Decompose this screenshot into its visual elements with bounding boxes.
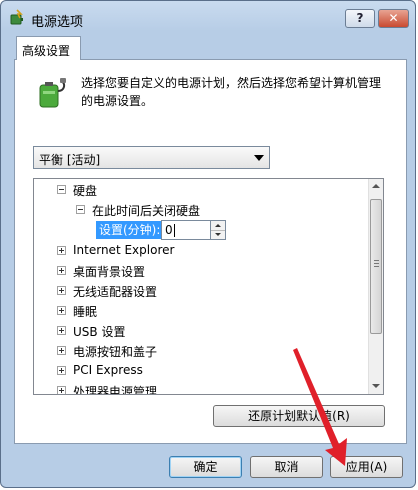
tree-item-desktop-background[interactable]: 桌面背景设置 xyxy=(34,261,370,281)
settings-tree[interactable]: 硬盘 在此时间后关闭硬盘 设置(分钟): 0 Internet Explorer xyxy=(33,178,384,395)
help-icon: ? xyxy=(356,11,364,25)
tree-item-label: 处理器电源管理 xyxy=(73,385,158,395)
collapse-icon[interactable] xyxy=(57,185,66,194)
tree-item-power-buttons[interactable]: 电源按钮和盖子 xyxy=(34,341,370,361)
tree-item-label: 硬盘 xyxy=(73,184,98,198)
tree-item-label: 桌面背景设置 xyxy=(73,265,146,279)
tree-item-usb[interactable]: USB 设置 xyxy=(34,321,370,341)
expand-icon[interactable] xyxy=(57,266,66,275)
ok-button[interactable]: 确定 xyxy=(169,456,242,478)
battery-plug-icon xyxy=(39,78,66,108)
tree-item-label: USB 设置 xyxy=(73,325,126,339)
scroll-up-icon[interactable] xyxy=(369,179,383,194)
tree-item-label: Internet Explorer xyxy=(73,243,175,257)
expand-icon[interactable] xyxy=(57,366,66,375)
cancel-button[interactable]: 取消 xyxy=(250,456,323,478)
window-title: 电源选项 xyxy=(31,15,84,30)
power-plan-value: 平衡 [活动] xyxy=(39,153,101,167)
tree-item-turn-off-hard-disk[interactable]: 在此时间后关闭硬盘 xyxy=(34,200,370,220)
spin-down-icon[interactable] xyxy=(211,230,225,239)
tree-item-pci-express[interactable]: PCI Express xyxy=(34,361,370,381)
expand-icon[interactable] xyxy=(57,346,66,355)
expand-icon[interactable] xyxy=(57,386,66,394)
tree-item-sleep[interactable]: 睡眠 xyxy=(34,301,370,321)
tree-item-hard-disk[interactable]: 硬盘 xyxy=(34,180,370,200)
tree-item-label: 睡眠 xyxy=(73,305,98,319)
setting-minutes-label: 设置(分钟): xyxy=(96,221,164,239)
power-options-dialog: 电源选项 ? ✕ 高级设置 选择您要自定义的电源计划，然后选择您希望计算机管理的… xyxy=(0,0,416,488)
chevron-down-icon xyxy=(254,155,264,161)
description-text: 选择您要自定义的电源计划，然后选择您希望计算机管理的电源设置。 xyxy=(81,76,382,108)
power-plan-dropdown[interactable]: 平衡 [活动] xyxy=(33,146,270,169)
tab-advanced-settings[interactable]: 高级设置 xyxy=(16,36,81,60)
grip-line xyxy=(374,266,379,267)
apply-button[interactable]: 应用(A) xyxy=(330,456,403,478)
tab-label: 高级设置 xyxy=(22,44,71,58)
tree-scrollbar[interactable] xyxy=(368,179,383,394)
expand-icon[interactable] xyxy=(57,286,66,295)
tree-item-label: PCI Express xyxy=(73,363,143,377)
power-options-icon xyxy=(10,9,23,25)
grip-line xyxy=(374,260,379,261)
advanced-settings-panel: 选择您要自定义的电源计划，然后选择您希望计算机管理的电源设置。 平衡 [活动] … xyxy=(14,59,407,444)
scroll-down-icon[interactable] xyxy=(369,379,383,394)
tree-item-wireless-adapter[interactable]: 无线适配器设置 xyxy=(34,281,370,301)
grip-line xyxy=(374,263,379,264)
collapse-icon[interactable] xyxy=(76,205,85,214)
tree-item-label: 在此时间后关闭硬盘 xyxy=(92,204,201,218)
close-icon: ✕ xyxy=(388,11,399,25)
tree-item-label: 电源按钮和盖子 xyxy=(73,345,158,359)
title-bar[interactable]: 电源选项 ? ✕ xyxy=(1,1,415,35)
tree-item-internet-explorer[interactable]: Internet Explorer xyxy=(34,241,370,261)
help-button[interactable]: ? xyxy=(345,9,375,28)
text-caret xyxy=(173,224,175,237)
restore-defaults-button[interactable]: 还原计划默认值(R) xyxy=(213,405,385,427)
setting-minutes-value: 0 xyxy=(165,223,173,237)
scroll-thumb[interactable] xyxy=(370,199,382,334)
setting-minutes-input[interactable]: 0 xyxy=(161,220,211,240)
tree-item-setting: 设置(分钟): 0 xyxy=(34,220,370,240)
tree-item-label: 无线适配器设置 xyxy=(73,285,158,299)
expand-icon[interactable] xyxy=(57,326,66,335)
expand-icon[interactable] xyxy=(57,246,66,255)
close-button[interactable]: ✕ xyxy=(378,9,409,28)
minutes-spinner[interactable] xyxy=(210,220,226,240)
tree-item-processor[interactable]: 处理器电源管理 xyxy=(34,381,370,395)
expand-icon[interactable] xyxy=(57,306,66,315)
